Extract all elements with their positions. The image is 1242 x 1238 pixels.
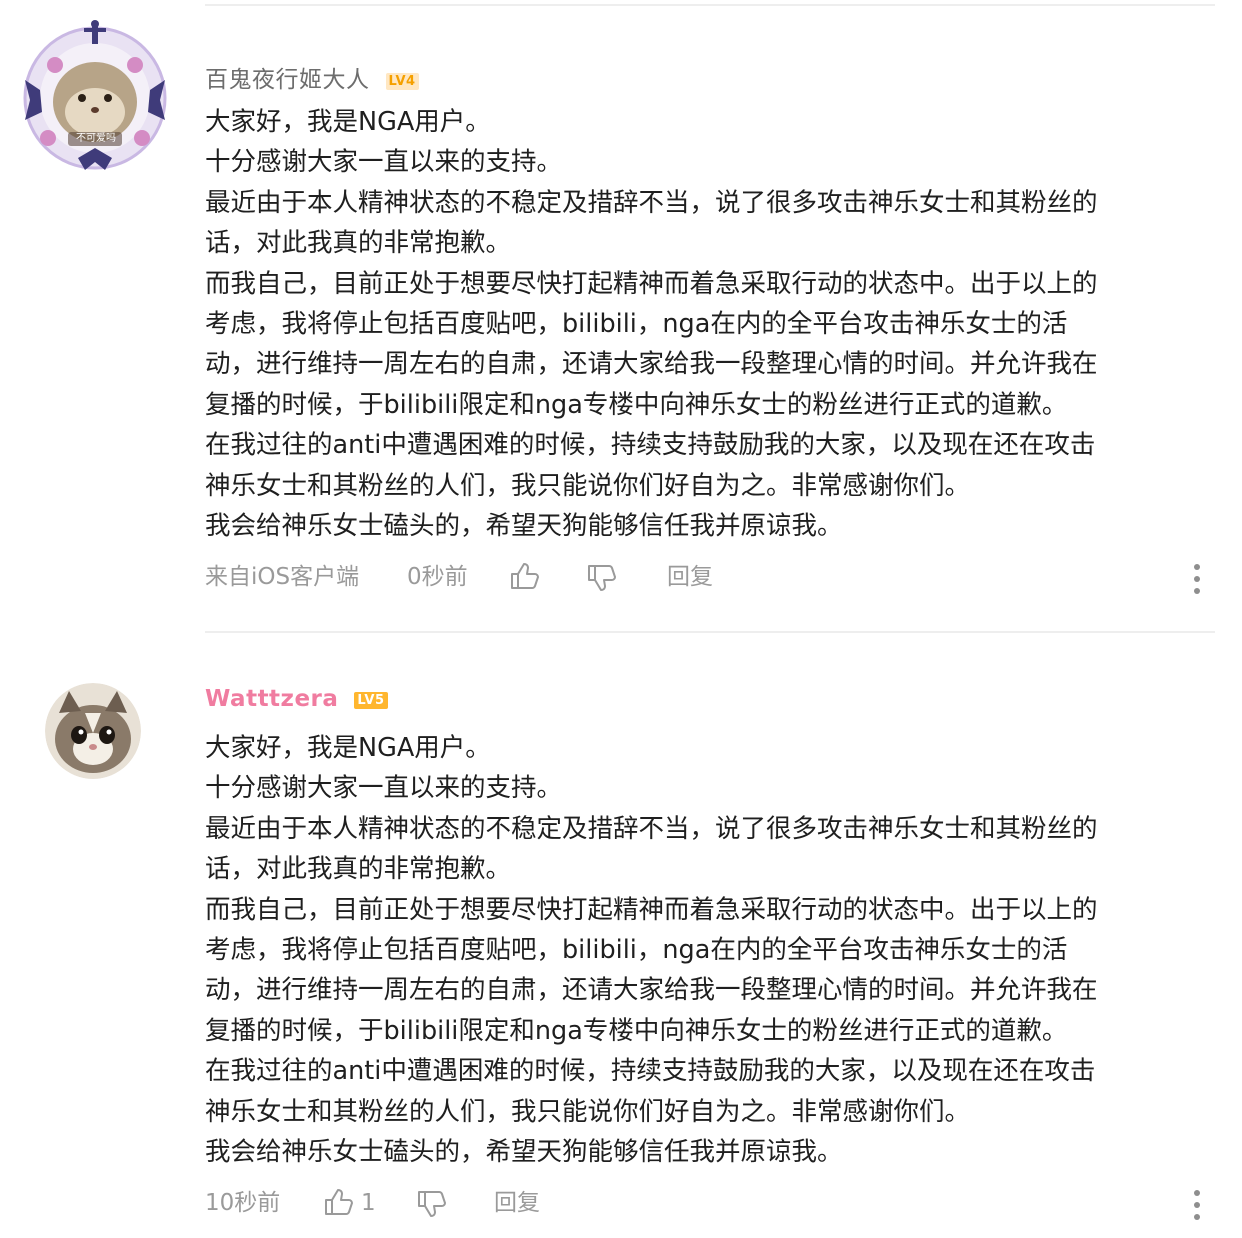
comment-body: 大家好，我是NGA用户。 十分感谢大家一直以来的支持。 最近由于本人精神状态的不… xyxy=(205,728,1205,1172)
thumbs-up-icon xyxy=(325,1189,353,1215)
comment-line: 最近由于本人精神状态的不稳定及措辞不当，说了很多攻击神乐女士和其粉丝的 xyxy=(205,813,1098,844)
dislike-button[interactable] xyxy=(415,1188,447,1230)
username[interactable]: Watttzera LV5 xyxy=(205,686,388,712)
comment-line: 复播的时候，于bilibili限定和nga专楼中向神乐女士的粉丝进行正式的道歉。 xyxy=(205,1015,1068,1046)
avatar-image xyxy=(45,683,141,779)
comment-line: 话，对此我真的非常抱歉。 xyxy=(205,854,512,885)
comment-line: 大家好，我是NGA用户。 xyxy=(205,733,491,763)
more-options-icon[interactable] xyxy=(1194,1190,1202,1226)
like-count: 1 xyxy=(361,1190,376,1216)
avatar[interactable] xyxy=(45,683,141,779)
thumbs-down-icon xyxy=(418,1191,446,1217)
comment-line: 我会给神乐女士磕头的，希望天狗能够信任我并原谅我。 xyxy=(205,1137,843,1168)
comment-line: 神乐女士和其粉丝的人们，我只能说你们好自为之。非常感谢你们。 xyxy=(205,1096,971,1127)
reply-button[interactable]: 回复 xyxy=(494,1186,540,1220)
comment-line: 考虑，我将停止包括百度贴吧，bilibili，nga在内的全平台攻击神乐女士的活 xyxy=(205,935,1068,966)
level-badge: LV5 xyxy=(354,692,388,709)
comment-line: 而我自己，目前正处于想要尽快打起精神而着急采取行动的状态中。出于以上的 xyxy=(205,894,1098,925)
username-text[interactable]: Watttzera xyxy=(205,686,338,712)
comment-item: Watttzera LV5 大家好，我是NGA用户。 十分感谢大家一直以来的支持。… xyxy=(0,0,1242,1238)
timestamp: 10秒前 xyxy=(205,1190,281,1216)
comment-meta: 10秒前 1 回复 xyxy=(205,1186,1205,1220)
comment-line: 十分感谢大家一直以来的支持。 xyxy=(205,773,563,804)
comment-line: 动，进行维持一周左右的自肃，还请大家给我一段整理心情的时间。并允许我在 xyxy=(205,975,1098,1006)
comment-line: 在我过往的anti中遭遇困难的时候，持续支持鼓励我的大家，以及现在还在攻击 xyxy=(205,1056,1096,1087)
like-button[interactable] xyxy=(322,1186,354,1228)
